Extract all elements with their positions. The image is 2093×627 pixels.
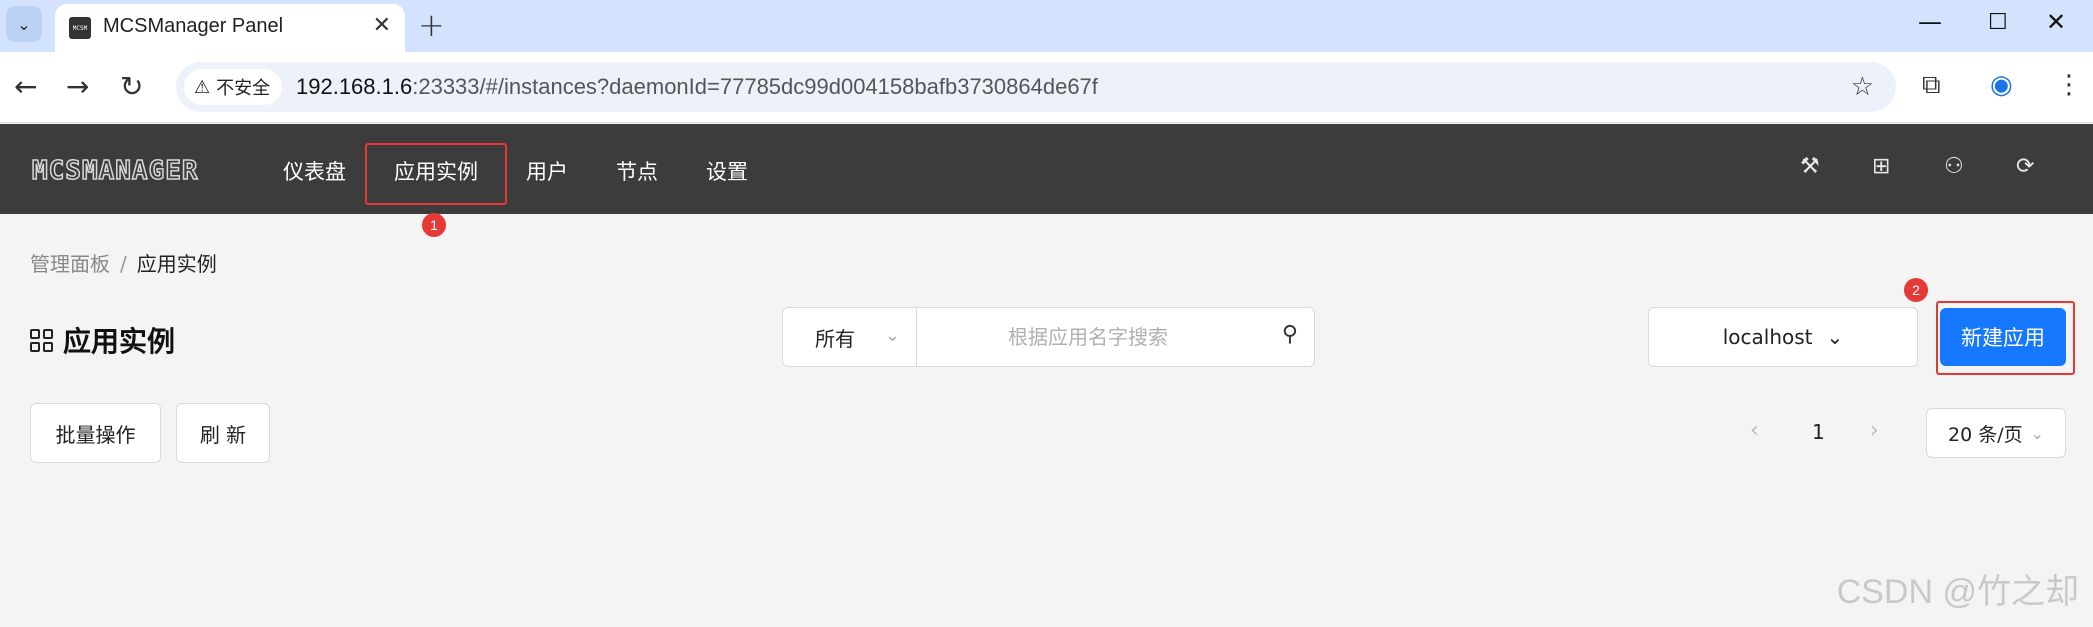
insecure-label: 不安全 [216,78,271,99]
new-tab-button[interactable]: + [418,6,445,44]
back-icon[interactable]: ← [14,70,37,103]
node-select[interactable]: localhost ⌄ [1648,307,1918,367]
address-bar-row: ← → ↻ ⚠ 不安全 192.168.1.6:23333/#/instance… [0,52,2093,123]
nav-dashboard[interactable]: 仪表盘 [283,156,346,186]
node-select-value: localhost [1722,325,1813,349]
search-input[interactable] [918,308,1258,366]
app-header: MCSMANAGER 仪表盘 应用实例 用户 节点 设置 ⚒ ⊞ ⚇ ⟳ [0,124,2093,214]
annotation-box-1 [365,143,507,205]
watermark: CSDN @竹之却 [1836,573,2079,611]
page-size-select[interactable]: 20 条/页 ⌄ [1926,408,2066,458]
nav-users[interactable]: 用户 [526,156,568,186]
chevron-down-icon: ⌄ [17,14,31,34]
close-icon[interactable]: ✕ [373,13,391,38]
theme-icon[interactable]: ⚒ [1800,154,1820,179]
filter-search-group: 所有 ⌄ ⚲ [782,307,1315,367]
breadcrumb-separator: / [120,252,127,276]
prev-page-icon[interactable]: ‹ [1750,418,1759,443]
browser-tab-strip: ⌄ MCSM MCSManager Panel ✕ + — ☐ ✕ [0,0,2093,52]
breadcrumb-current: 应用实例 [136,252,217,276]
refresh-button[interactable]: 刷 新 [176,403,270,463]
warning-icon: ⚠ [194,76,211,98]
security-indicator[interactable]: ⚠ 不安全 [184,69,283,105]
app-grid-icon [30,328,53,352]
annotation-marker-2: 2 [1904,278,1928,302]
status-filter-value: 所有 [815,326,855,351]
next-page-icon[interactable]: › [1870,418,1879,443]
browser-tab[interactable]: MCSM MCSManager Panel ✕ [55,4,405,52]
omnibox[interactable]: ⚠ 不安全 192.168.1.6:23333/#/instances?daem… [176,62,1896,112]
profile-icon[interactable]: ◉ [1990,70,2013,100]
chevron-down-icon: ⌄ [884,325,900,346]
status-filter-select[interactable]: 所有 ⌄ [783,308,917,366]
tab-title: MCSManager Panel [103,15,284,37]
chevron-down-icon: ⌄ [2030,423,2045,443]
new-app-button[interactable]: 新建应用 [1940,308,2066,366]
logout-icon[interactable]: ⟳ [2016,154,2034,179]
annotation-marker-1: 1 [422,213,446,237]
url-path: :23333/#/instances?daemonId=77785dc99d00… [412,74,1098,99]
app-logo[interactable]: MCSMANAGER [31,155,199,187]
favicon-icon: MCSM [69,17,91,39]
nav-settings[interactable]: 设置 [706,156,748,186]
page-title-area: 应用实例 [30,320,175,360]
page-number[interactable]: 1 [1812,420,1825,444]
extensions-icon[interactable]: ⧉ [1922,70,1941,101]
minimize-icon[interactable]: — [1918,8,1942,36]
reload-icon[interactable]: ↻ [120,70,143,103]
page-title: 应用实例 [63,325,176,358]
chevron-down-icon: ⌄ [1826,325,1844,349]
url-host: 192.168.1.6 [296,74,413,99]
tab-search-button[interactable]: ⌄ [6,6,42,42]
search-icon[interactable]: ⚲ [1282,322,1298,347]
layout-icon[interactable]: ⊞ [1872,154,1890,179]
window-close-icon[interactable]: ✕ [2046,8,2066,36]
maximize-icon[interactable]: ☐ [1988,10,2008,35]
more-menu-icon[interactable]: ⋮ [2056,70,2082,100]
breadcrumb: 管理面板 / 应用实例 [30,248,217,277]
page-size-value: 20 条/页 [1947,423,2023,446]
breadcrumb-root[interactable]: 管理面板 [30,252,110,276]
user-icon[interactable]: ⚇ [1944,154,1964,179]
url-text[interactable]: 192.168.1.6:23333/#/instances?daemonId=7… [296,74,1098,100]
forward-icon[interactable]: → [66,70,89,103]
nav-nodes[interactable]: 节点 [616,156,658,186]
batch-operation-button[interactable]: 批量操作 [30,403,161,463]
bookmark-star-icon[interactable]: ☆ [1851,72,1874,102]
